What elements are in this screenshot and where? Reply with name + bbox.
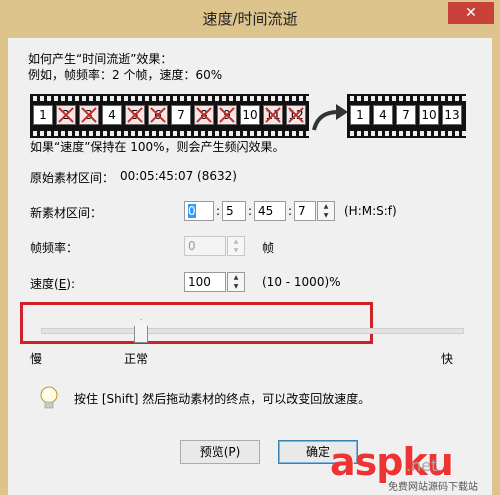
speed-highlight-box xyxy=(20,302,373,344)
dialog-body: 如何产生“时间流逝”效果： 例如，帧频率：2 个帧，速度：60% 1234567… xyxy=(8,38,492,495)
film-strip-before: 1 2 3 4 5 6 7 8 9 10 11 12 xyxy=(30,94,309,138)
window-title: 速度/时间流逝 xyxy=(202,10,298,28)
film-frame: 1 xyxy=(350,105,370,125)
film-frame: 13 xyxy=(442,105,462,125)
intro-line-2: 例如，帧频率：2 个帧，速度：60% xyxy=(28,68,223,82)
film-note: 如果“速度”保持在 100%，则会产生频闪效果。 xyxy=(30,140,285,154)
time-separator: : xyxy=(288,204,293,218)
film-frame: 7 xyxy=(396,105,416,125)
window-frame-right xyxy=(492,38,500,495)
film-strip-after: 1 4 7 10 13 xyxy=(347,94,466,138)
new-range-hour-field[interactable]: 0 xyxy=(184,201,214,221)
new-range-spinner[interactable]: ▲ ▼ xyxy=(317,201,335,221)
slider-normal-label: 正常 xyxy=(124,352,149,366)
speed-slider-track[interactable] xyxy=(41,328,464,334)
frame-rate-label: 帧频率： xyxy=(30,241,79,255)
new-range-label: 新素材区间： xyxy=(30,206,103,220)
arrow-right-icon xyxy=(312,104,348,131)
time-separator: : xyxy=(248,204,253,218)
film-frame: 4 xyxy=(373,105,393,125)
film-frame: 7 xyxy=(171,105,191,125)
watermark-tld: .net xyxy=(406,456,438,475)
preview-button[interactable]: 预览(P) xyxy=(180,440,260,464)
film-frame: 8 xyxy=(194,105,214,125)
film-frame: 2 xyxy=(56,105,76,125)
film-frame: 11 xyxy=(263,105,283,125)
original-range-value: 00:05:45:07 (8632) xyxy=(120,169,237,183)
new-range-second-field[interactable]: 45 xyxy=(254,201,286,221)
original-range-label: 原始素材区间： xyxy=(30,171,115,185)
film-frame: 9 xyxy=(217,105,237,125)
time-format-hint: (H:M:S:f) xyxy=(344,204,397,218)
film-frame: 5 xyxy=(125,105,145,125)
new-range-minute-field[interactable]: 5 xyxy=(222,201,246,221)
film-frame: 12 xyxy=(286,105,306,125)
speed-range-hint: (10 - 1000)% xyxy=(262,275,341,289)
frame-rate-unit: 帧 xyxy=(262,241,275,255)
slider-slow-label: 慢 xyxy=(30,352,43,366)
new-range-hour-value: 0 xyxy=(188,204,196,218)
speed-label: 速度(E): xyxy=(30,277,76,291)
film-frame: 10 xyxy=(419,105,439,125)
film-frame: 3 xyxy=(79,105,99,125)
time-separator: : xyxy=(216,204,221,218)
speed-spinner[interactable]: ▲ ▼ xyxy=(227,272,245,292)
speed-field[interactable]: 100 xyxy=(184,272,226,292)
new-range-frame-field[interactable]: 7 xyxy=(294,201,316,221)
frame-rate-field[interactable]: 0 xyxy=(184,236,226,256)
intro-line-1: 如何产生“时间流逝”效果： xyxy=(28,52,173,66)
window-frame-left xyxy=(0,38,8,495)
lightbulb-icon xyxy=(40,386,58,409)
frame-rate-spinner[interactable]: ▲ ▼ xyxy=(227,236,245,256)
film-frame: 10 xyxy=(240,105,260,125)
watermark-sub: 免费网站源码下载站 xyxy=(388,482,478,493)
film-frame: 6 xyxy=(148,105,168,125)
film-frame: 4 xyxy=(102,105,122,125)
tip-text: 按住 [Shift] 然后拖动素材的终点，可以改变回放速度。 xyxy=(74,392,371,406)
slider-fast-label: 快 xyxy=(441,352,454,366)
close-button[interactable]: ✕ xyxy=(448,2,494,24)
film-frame: 1 xyxy=(33,105,53,125)
